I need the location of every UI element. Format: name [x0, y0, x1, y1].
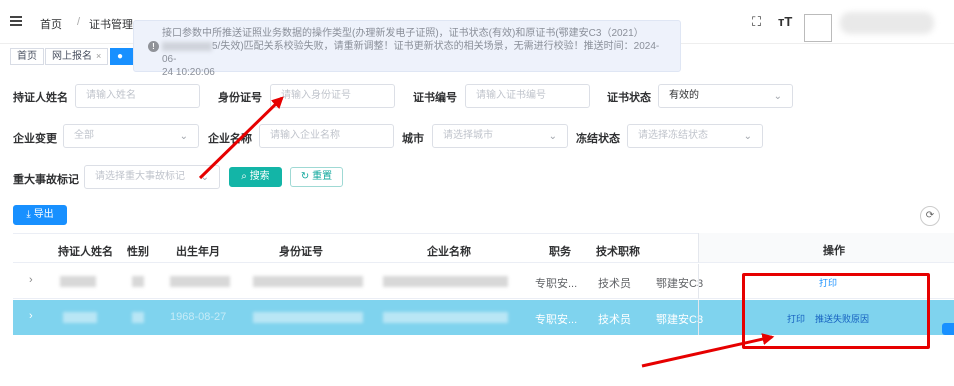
refresh-icon: ↻ — [300, 171, 313, 182]
holder-name-label: 持证人姓名 — [13, 92, 68, 104]
holder-name-cell — [63, 312, 97, 323]
chevron-down-icon: ⌄ — [200, 172, 209, 183]
export-button-label: 导出 — [33, 209, 54, 220]
freeze-status-placeholder: 请选择冻结状态 — [638, 130, 708, 141]
holder-name-input[interactable]: 请输入姓名 — [75, 84, 200, 108]
id-number-label: 身份证号 — [218, 92, 262, 104]
accident-mark-label: 重大事故标记 — [13, 174, 79, 186]
breadcrumb-home[interactable]: 首页 — [40, 16, 62, 32]
freeze-status-label: 冻结状态 — [576, 133, 620, 145]
accident-mark-select[interactable]: 请选择重大事故标记 ⌄ — [84, 165, 220, 189]
chevron-down-icon: ⌄ — [773, 91, 782, 102]
notification-line-2: 5/失效)匹配关系校验失败，请重新调整！证书更新状态的相关场景，无需进行校验！推… — [162, 40, 670, 66]
col-birth[interactable]: 出生年月 — [176, 243, 220, 259]
id-number-cell — [253, 312, 363, 323]
tag-online-registration-label: 网上报名 — [52, 51, 92, 62]
tech-title-cell: 技术员 — [598, 314, 631, 326]
search-button-label: 搜索 — [249, 171, 270, 182]
company-change-label: 企业变更 — [13, 133, 57, 145]
reset-button-label: 重置 — [312, 171, 333, 182]
chevron-right-icon[interactable]: › — [29, 310, 33, 322]
col-actions: 操作 — [823, 245, 845, 257]
col-position[interactable]: 职务 — [549, 243, 571, 259]
gender-cell — [132, 276, 144, 287]
gender-cell — [132, 312, 144, 323]
search-button[interactable]: ⌕ 搜索 — [229, 167, 282, 187]
city-placeholder: 请选择城市 — [443, 130, 493, 141]
tag-online-registration[interactable]: 网上报名 × — [45, 48, 109, 65]
city-select[interactable]: 请选择城市 ⌄ — [432, 124, 568, 148]
close-icon[interactable]: × — [96, 51, 101, 61]
hamburger-icon[interactable] — [10, 16, 22, 26]
company-name-cell — [383, 312, 508, 323]
birth-cell — [170, 276, 230, 287]
company-name-cell — [383, 276, 508, 287]
company-name-input[interactable]: 请输入企业名称 — [259, 124, 394, 148]
download-icon: ⤓ — [26, 209, 34, 220]
tag-home-label: 首页 — [17, 51, 37, 62]
user-name[interactable] — [840, 12, 934, 34]
cert-status-label: 证书状态 — [607, 92, 651, 104]
redacted-text — [162, 41, 212, 51]
company-change-select[interactable]: 全部 ⌄ — [63, 124, 199, 148]
col-company-name[interactable]: 企业名称 — [427, 243, 471, 259]
cert-cell: 鄂建安C3 — [656, 278, 704, 290]
chevron-down-icon: ⌄ — [179, 131, 188, 142]
position-cell: 专职安... — [535, 314, 578, 326]
cert-number-label: 证书编号 — [413, 92, 457, 104]
notification-text-2: 5/失效)匹配关系校验失败，请重新调整！证书更新状态的相关场景，无需进行校验！推… — [162, 41, 660, 65]
company-change-value: 全部 — [74, 130, 94, 141]
breadcrumb-separator: / — [77, 16, 81, 28]
cert-status-value: 有效的 — [669, 90, 699, 101]
refresh-icon[interactable]: ⟳ — [920, 206, 940, 226]
reset-button[interactable]: ↻ 重置 — [290, 167, 343, 187]
freeze-status-select[interactable]: 请选择冻结状态 ⌄ — [627, 124, 763, 148]
tag-current-dot: ● — [117, 51, 124, 62]
col-gender[interactable]: 性别 — [127, 243, 149, 259]
chevron-down-icon: ⌄ — [743, 131, 752, 142]
col-id-number[interactable]: 身份证号 — [279, 243, 323, 259]
cert-cell: 鄂建安C3 — [656, 314, 704, 326]
chevron-right-icon[interactable]: › — [29, 274, 33, 286]
cert-status-select[interactable]: 有效的 ⌄ — [658, 84, 793, 108]
city-label: 城市 — [402, 133, 424, 145]
position-cell: 专职安... — [535, 278, 578, 290]
company-name-label: 企业名称 — [208, 133, 252, 145]
col-actions-header: 操作 — [698, 233, 954, 263]
column-divider — [698, 300, 699, 335]
search-icon: ⌕ — [241, 171, 250, 182]
chevron-down-icon: ⌄ — [548, 131, 557, 142]
annotation-red-box — [742, 273, 930, 349]
holder-name-cell — [60, 276, 96, 287]
id-number-input[interactable]: 请输入身份证号 — [270, 84, 395, 108]
notification-line-3: 24 10:20:06 — [162, 67, 215, 78]
accident-mark-placeholder: 请选择重大事故标记 — [95, 171, 185, 182]
column-divider — [698, 264, 699, 299]
fullscreen-icon[interactable]: ⛶ — [752, 14, 761, 30]
col-holder-name[interactable]: 持证人姓名 — [58, 243, 113, 259]
avatar[interactable] — [804, 14, 832, 42]
table-header: 持证人姓名 性别 出生年月 身份证号 企业名称 职务 技术职称 — [13, 233, 698, 263]
font-size-icon[interactable]: тT — [778, 14, 792, 29]
id-number-cell — [253, 276, 363, 287]
cert-number-input[interactable]: 请输入证书编号 — [465, 84, 590, 108]
breadcrumb-cert-management[interactable]: 证书管理 — [89, 16, 133, 32]
side-settings-tab[interactable] — [942, 323, 954, 335]
notification-message[interactable]: ! 接口参数中所推送证照业务数据的操作类型(办理新发电子证照)，证书状态(有效)… — [133, 20, 681, 78]
birth-cell: 1968-08-27 — [170, 311, 227, 323]
notification-line-1: 接口参数中所推送证照业务数据的操作类型(办理新发电子证照)，证书状态(有效)和原… — [162, 27, 670, 40]
export-button[interactable]: ⤓ 导出 — [13, 205, 67, 225]
tag-home[interactable]: 首页 — [10, 48, 44, 65]
col-tech-title[interactable]: 技术职称 — [596, 243, 640, 259]
notification-text-1-tail: 鄂建安C3（2021） — [558, 28, 644, 39]
notification-text-1: 接口参数中所推送证照业务数据的操作类型(办理新发电子证照)，证书状态(有效)和原… — [162, 28, 559, 39]
tech-title-cell: 技术员 — [598, 278, 631, 290]
info-icon: ! — [148, 41, 159, 52]
